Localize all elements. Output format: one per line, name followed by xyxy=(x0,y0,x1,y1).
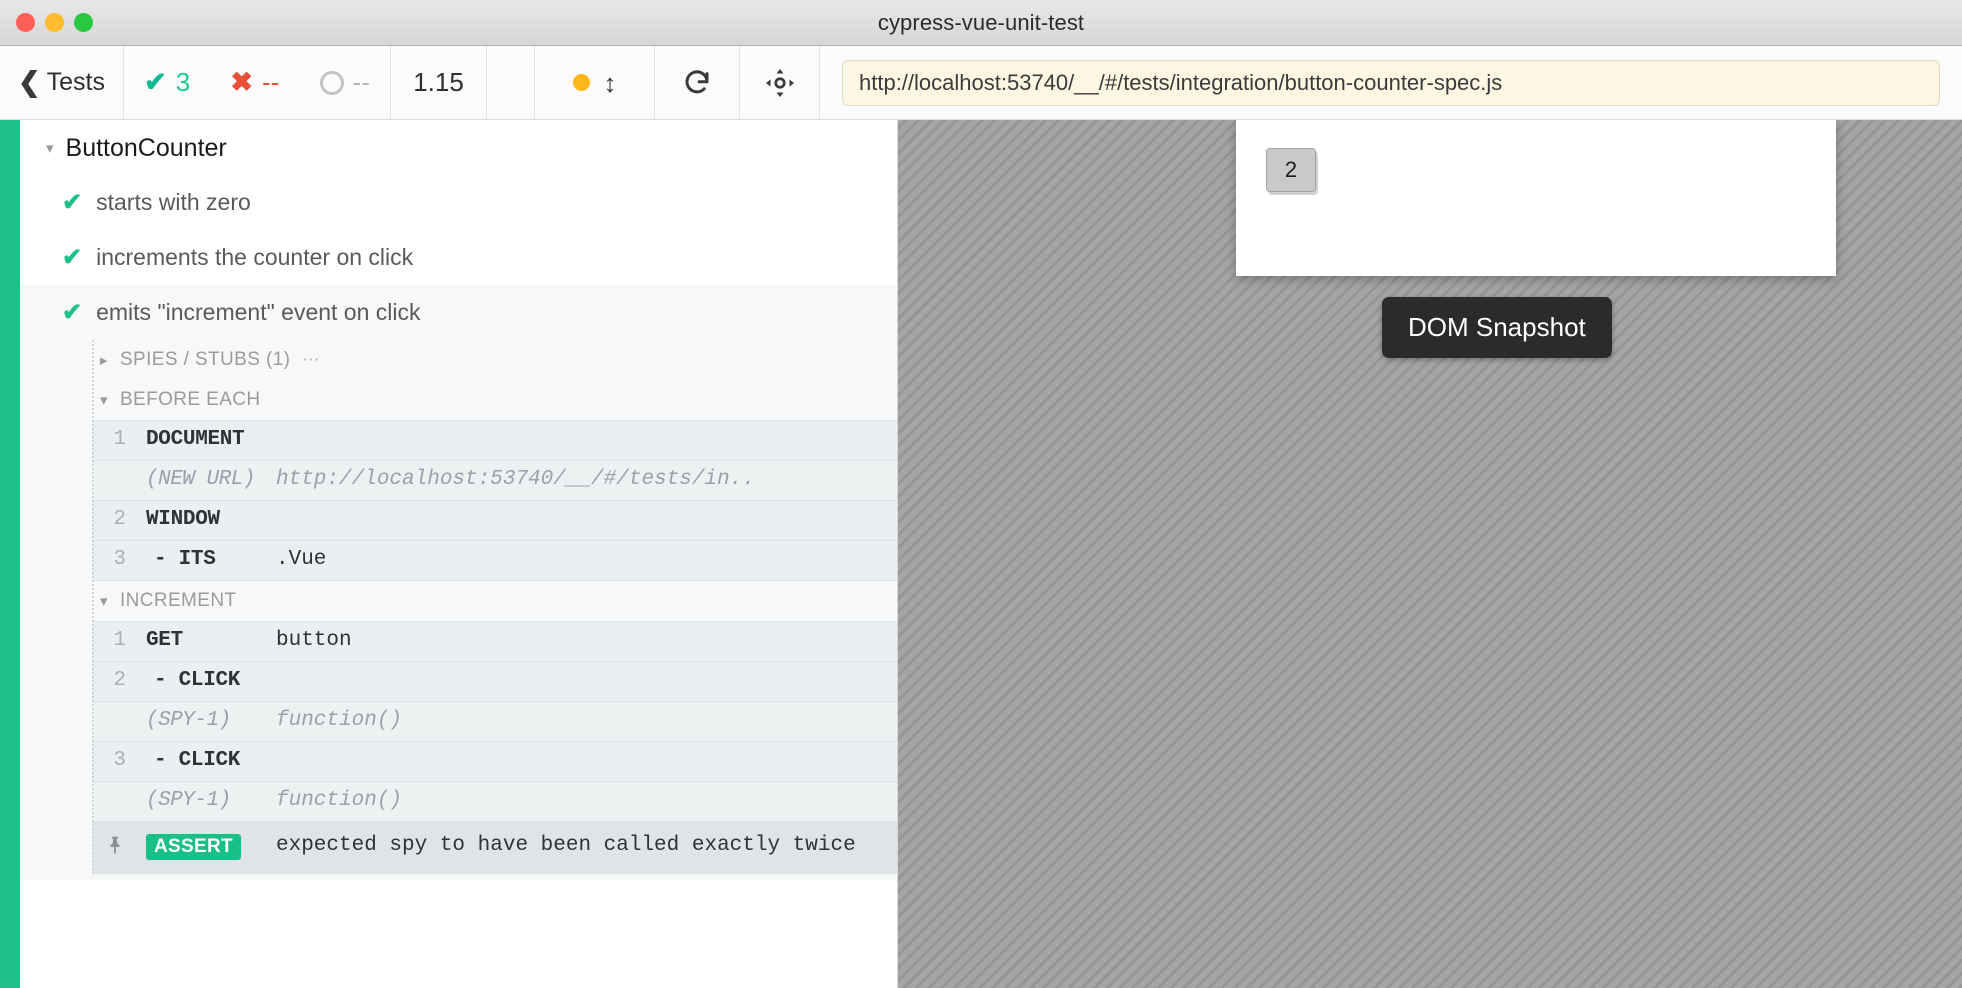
circle-icon xyxy=(319,70,344,95)
stat-pending-value: -- xyxy=(352,67,370,97)
command-row[interactable]: 1 DOCUMENT xyxy=(92,421,897,461)
command-message: button xyxy=(276,629,352,652)
stat-passed-value: 3 xyxy=(175,67,191,97)
check-icon: ✔ xyxy=(62,189,83,216)
test-item-emits-increment[interactable]: ✔ emits "increment" event on click xyxy=(20,285,897,340)
command-number: 1 xyxy=(113,629,126,652)
reporter-content: ▾ ButtonCounter ✔ starts with zero ✔ inc… xyxy=(20,120,897,988)
command-name: - CLICK xyxy=(154,749,241,772)
command-row[interactable]: 3 - ITS .Vue xyxy=(92,541,897,581)
x-icon: ✖ xyxy=(230,67,254,97)
command-name: DOCUMENT xyxy=(146,428,245,451)
spies-stubs-label: SPIES / STUBS (1) xyxy=(119,349,291,370)
elapsed-timer-value: 1.15 xyxy=(413,67,464,97)
command-row[interactable]: (NEW URL) http://localhost:53740/__/#/te… xyxy=(92,461,897,501)
cypress-test-runner-window: cypress-vue-unit-test ❮ Tests ✔ 3 ✖ -- -… xyxy=(0,0,1962,988)
updown-arrow-icon: ↕ xyxy=(603,67,617,98)
command-name: WINDOW xyxy=(146,508,220,531)
command-name: - CLICK xyxy=(154,669,241,692)
pin-icon[interactable] xyxy=(92,834,136,859)
suite-title: ButtonCounter xyxy=(65,134,227,162)
command-number: 3 xyxy=(113,749,126,772)
url-input[interactable]: http://localhost:53740/__/#/tests/integr… xyxy=(842,59,1940,106)
check-icon: ✔ xyxy=(62,244,83,271)
chevron-down-icon: ▾ xyxy=(100,592,108,610)
stat-pending[interactable]: -- xyxy=(319,67,370,98)
hook-label: INCREMENT xyxy=(119,590,237,611)
chevron-left-icon: ❮ xyxy=(18,67,41,97)
stat-passed[interactable]: ✔ 3 xyxy=(144,67,190,98)
command-message: .Vue xyxy=(276,548,327,571)
command-message: http://localhost:53740/__/#/tests/in.. xyxy=(276,468,755,491)
command-reporter: ▾ ButtonCounter ✔ starts with zero ✔ inc… xyxy=(0,120,898,988)
window-title: cypress-vue-unit-test xyxy=(877,9,1085,35)
assert-badge: ASSERT xyxy=(146,834,241,860)
command-message: function() xyxy=(276,789,403,812)
test-title: increments the counter on click xyxy=(96,244,414,270)
test-item-emits-increment-group: ✔ emits "increment" event on click ▸ SPI… xyxy=(20,285,897,880)
hook-before-each-toggle[interactable]: ▾ BEFORE EACH xyxy=(20,380,897,420)
ellipsis-icon: ⋯ xyxy=(302,350,321,369)
test-stats: ✔ 3 ✖ -- -- xyxy=(124,46,391,119)
command-row[interactable]: 3 - CLICK xyxy=(92,742,897,782)
hook-increment-commands: 1 GET button 2 - CLICK (SPY-1) function(… xyxy=(20,621,897,874)
viewport-size-button[interactable]: ↕ xyxy=(535,46,655,119)
chevron-down-icon: ▾ xyxy=(46,140,54,157)
command-number: 2 xyxy=(113,508,126,531)
toolbar-spacer xyxy=(487,46,535,119)
command-name: (SPY-1) xyxy=(146,709,231,732)
assertion-message: expected spy to have been called exactly… xyxy=(276,834,856,857)
run-status-strip xyxy=(0,120,20,988)
command-number: 1 xyxy=(113,428,126,451)
command-name: (NEW URL) xyxy=(146,468,255,491)
command-name: (SPY-1) xyxy=(146,789,231,812)
check-icon: ✔ xyxy=(144,67,167,97)
command-number: 3 xyxy=(113,548,126,571)
runner-toolbar: ❮ Tests ✔ 3 ✖ -- -- 1.15 ↕ http://localh… xyxy=(0,46,1962,120)
url-text: http://localhost:53740/__/#/tests/integr… xyxy=(859,69,1503,95)
chevron-down-icon: ▾ xyxy=(100,391,108,409)
test-item-increments-counter[interactable]: ✔ increments the counter on click xyxy=(20,230,897,285)
hook-label: BEFORE EACH xyxy=(119,389,261,410)
suite-header[interactable]: ▾ ButtonCounter xyxy=(20,120,897,175)
selector-playground-button[interactable] xyxy=(740,46,820,119)
command-row[interactable]: (SPY-1) function() xyxy=(92,702,897,742)
command-number: 2 xyxy=(113,669,126,692)
runner-body: ▾ ButtonCounter ✔ starts with zero ✔ inc… xyxy=(0,120,1962,988)
command-row[interactable]: (SPY-1) function() xyxy=(92,782,897,822)
back-to-tests-button[interactable]: ❮ Tests xyxy=(0,46,124,119)
command-name: - ITS xyxy=(154,548,216,571)
hook-increment-toggle[interactable]: ▾ INCREMENT xyxy=(20,581,897,621)
chevron-right-icon: ▸ xyxy=(100,351,108,369)
assertion-row[interactable]: ASSERT expected spy to have been called … xyxy=(92,822,897,874)
crosshair-target-icon xyxy=(765,68,794,97)
command-row[interactable]: 1 GET button xyxy=(92,622,897,662)
reload-icon xyxy=(685,69,709,93)
command-name: GET xyxy=(146,629,183,652)
command-row[interactable]: 2 WINDOW xyxy=(92,501,897,541)
app-preview-pane: 2 DOM Snapshot xyxy=(898,120,1962,988)
command-message: function() xyxy=(276,709,403,732)
command-row[interactable]: 2 - CLICK xyxy=(92,662,897,702)
dom-snapshot-badge[interactable]: DOM Snapshot xyxy=(1382,297,1612,358)
hook-before-each-commands: 1 DOCUMENT (NEW URL) http://localhost:53… xyxy=(20,420,897,581)
title-bar: cypress-vue-unit-test xyxy=(0,0,1962,46)
spies-stubs-toggle[interactable]: ▸ SPIES / STUBS (1) ⋯ xyxy=(20,340,897,380)
back-to-tests-label: Tests xyxy=(46,68,105,96)
test-title: starts with zero xyxy=(96,189,251,215)
app-iframe: 2 xyxy=(1236,120,1836,276)
stat-failed[interactable]: ✖ -- xyxy=(230,67,279,98)
counter-button[interactable]: 2 xyxy=(1266,148,1316,192)
elapsed-timer: 1.15 xyxy=(391,46,487,119)
check-icon: ✔ xyxy=(62,299,83,326)
viewport-size-icon xyxy=(572,74,590,91)
stat-failed-value: -- xyxy=(262,67,280,97)
test-item-starts-with-zero[interactable]: ✔ starts with zero xyxy=(20,175,897,230)
test-title: emits "increment" event on click xyxy=(96,299,421,325)
reload-tests-button[interactable] xyxy=(655,46,740,119)
url-bar: http://localhost:53740/__/#/tests/integr… xyxy=(820,46,1962,119)
